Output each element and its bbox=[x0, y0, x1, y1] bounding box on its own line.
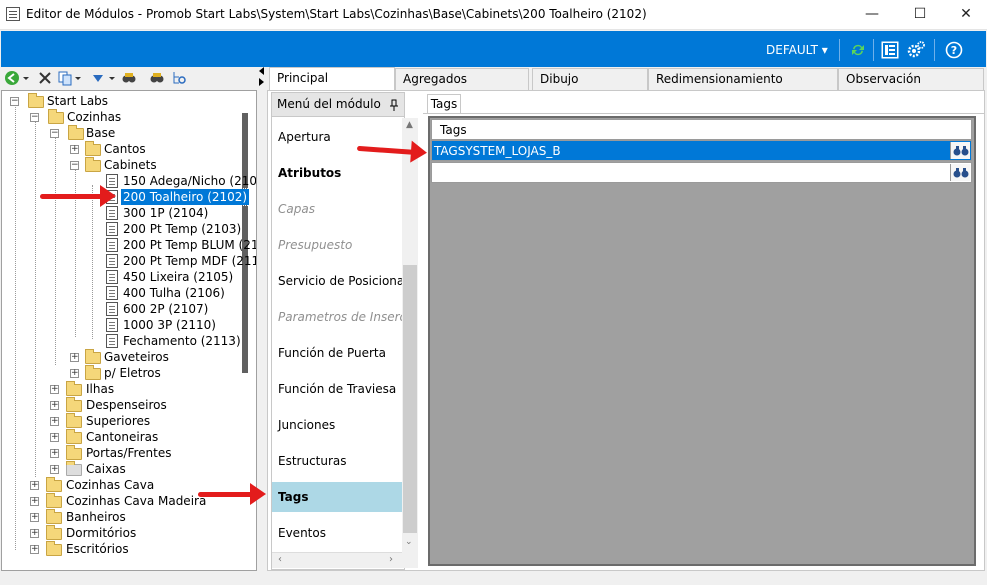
back-icon[interactable] bbox=[4, 70, 20, 86]
menu-item-atributos[interactable]: Atributos bbox=[272, 158, 402, 188]
scroll-right-icon[interactable]: › bbox=[389, 554, 393, 565]
scroll-up-icon[interactable]: ▲ bbox=[406, 120, 413, 130]
tab-agregados[interactable]: Agregados bbox=[395, 68, 529, 90]
module-tree[interactable]: − Start Labs − Cozinhas − Base + Cantos − Cab… bbox=[1, 90, 257, 571]
title-bar: Editor de Módulos - Promob Start Labs\Sy… bbox=[0, 0, 987, 30]
menu-item-servicio-posicionamiento[interactable]: Servicio de Posicionamiento bbox=[272, 266, 402, 296]
ribbon-separator bbox=[934, 39, 935, 61]
annotation-arrow bbox=[198, 483, 266, 505]
menu-item-funcion-traviesa[interactable]: Función de Traviesa bbox=[272, 374, 402, 404]
tab-observacion[interactable]: Observación bbox=[838, 68, 984, 90]
chevron-down-icon[interactable] bbox=[22, 70, 30, 86]
ribbon-separator bbox=[873, 39, 874, 61]
menu-item-presupuesto[interactable]: Presupuesto bbox=[272, 230, 402, 260]
find-icon[interactable] bbox=[121, 70, 137, 86]
menu-item-parametros-insercion[interactable]: Parametros de Inserción bbox=[272, 302, 402, 332]
copy-icon[interactable] bbox=[57, 70, 73, 86]
table-row[interactable] bbox=[431, 162, 972, 183]
layout-icon[interactable] bbox=[881, 41, 899, 59]
tree-line bbox=[92, 185, 93, 339]
close-button[interactable]: ✕ bbox=[943, 0, 987, 30]
find-next-icon[interactable] bbox=[149, 70, 165, 86]
pin-icon[interactable] bbox=[388, 98, 400, 112]
tags-grid-header: Tags bbox=[431, 119, 972, 140]
menu-item-eventos[interactable]: Eventos bbox=[272, 518, 402, 548]
menu-item-capas[interactable]: Capas bbox=[272, 194, 402, 224]
tags-subtab[interactable]: Tags bbox=[427, 94, 461, 114]
chevron-down-icon[interactable]: ⌄ bbox=[405, 537, 413, 547]
svg-text:?: ? bbox=[951, 44, 957, 57]
tree-line bbox=[15, 105, 16, 550]
menu-item-tags[interactable]: Tags bbox=[272, 482, 402, 512]
splitter-arrows-icon[interactable] bbox=[257, 66, 266, 88]
annotation-arrow bbox=[40, 185, 116, 207]
settings-icon[interactable] bbox=[907, 41, 925, 59]
default-dropdown[interactable]: DEFAULT ▾ bbox=[766, 43, 828, 57]
tree-line bbox=[55, 137, 56, 365]
help-icon[interactable]: ? bbox=[945, 41, 963, 59]
binoculars-icon[interactable] bbox=[950, 164, 970, 181]
menu-item-junciones[interactable]: Junciones bbox=[272, 410, 402, 440]
table-row[interactable]: TAGSYSTEM_LOJAS_B bbox=[431, 140, 972, 161]
menu-hscrollbar[interactable]: ‹ › bbox=[272, 552, 402, 568]
subtab-divider bbox=[423, 113, 984, 114]
tab-dibujo[interactable]: Dibujo bbox=[532, 68, 648, 90]
ribbon-separator bbox=[839, 39, 840, 61]
tags-grid bbox=[428, 116, 976, 566]
module-menu-header: Menú del módulo bbox=[272, 93, 404, 117]
delete-icon[interactable] bbox=[37, 70, 53, 86]
chevron-down-icon[interactable] bbox=[108, 70, 116, 86]
menu-item-funcion-puerta[interactable]: Función de Puerta bbox=[272, 338, 402, 368]
ribbon: DEFAULT ▾ ? bbox=[1, 31, 986, 67]
window-title: Editor de Módulos - Promob Start Labs\Sy… bbox=[26, 7, 647, 21]
maximize-button[interactable]: ☐ bbox=[897, 0, 943, 30]
chevron-down-icon[interactable] bbox=[74, 70, 82, 86]
tab-redimensionamiento[interactable]: Redimensionamiento bbox=[648, 68, 838, 90]
tab-principal[interactable]: Principal bbox=[269, 67, 395, 91]
menu-item-estructuras[interactable]: Estructuras bbox=[272, 446, 402, 476]
refresh-icon[interactable] bbox=[849, 41, 867, 59]
binoculars-icon[interactable] bbox=[950, 142, 970, 159]
move-down-icon[interactable] bbox=[90, 70, 106, 86]
minimize-button[interactable]: — bbox=[849, 0, 895, 30]
menu-scroll-thumb[interactable] bbox=[403, 265, 417, 533]
tree-search-icon[interactable] bbox=[171, 70, 187, 86]
tree-line bbox=[35, 121, 36, 477]
scroll-left-icon[interactable]: ‹ bbox=[278, 554, 282, 565]
app-icon bbox=[6, 7, 20, 21]
